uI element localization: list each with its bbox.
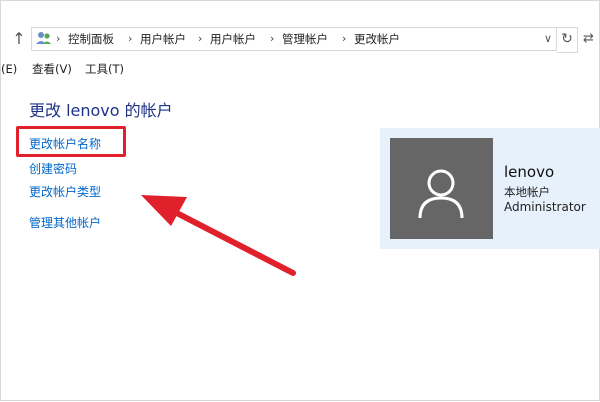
breadcrumb-separator: › [342, 32, 347, 45]
back-forward-icon[interactable]: ⇄ [583, 31, 594, 46]
highlight-box [16, 126, 126, 157]
user-icon [418, 169, 464, 219]
menu-tools[interactable]: 工具(T) [85, 61, 124, 77]
create-password-link[interactable]: 创建密码 [29, 160, 77, 177]
avatar [390, 138, 493, 239]
breadcrumb-user-accounts-2[interactable]: 用户帐户 [210, 31, 256, 47]
change-account-type-link[interactable]: 更改帐户类型 [29, 183, 101, 200]
manage-other-accounts-link[interactable]: 管理其他帐户 [29, 214, 101, 231]
address-row: ↑ › 控制面板 › 用户帐户 › 用户帐户 › 管理帐户 › 更改帐户 ∨ ↻… [1, 25, 600, 53]
menu-bar: (E) 查看(V) 工具(T) [1, 59, 600, 79]
menu-view[interactable]: 查看(V) [32, 61, 72, 77]
breadcrumb-manage-accounts[interactable]: 管理帐户 [282, 31, 328, 47]
address-bar[interactable]: › 控制面板 › 用户帐户 › 用户帐户 › 管理帐户 › 更改帐户 ∨ [31, 27, 557, 51]
breadcrumb-user-accounts-1[interactable]: 用户帐户 [140, 31, 186, 47]
users-control-panel-icon [36, 32, 51, 44]
account-role: Administrator [504, 200, 586, 214]
account-type: 本地帐户 [504, 185, 550, 199]
breadcrumb-separator: › [56, 32, 61, 45]
up-arrow-icon[interactable]: ↑ [10, 29, 28, 49]
breadcrumb-control-panel[interactable]: 控制面板 [68, 31, 114, 47]
breadcrumb-change-account[interactable]: 更改帐户 [354, 31, 400, 47]
breadcrumb-separator: › [270, 32, 275, 45]
account-name: lenovo [504, 163, 555, 181]
refresh-icon[interactable]: ↻ [557, 27, 578, 53]
menu-edit[interactable]: (E) [1, 61, 17, 77]
breadcrumb-separator: › [128, 32, 133, 45]
breadcrumb-separator: › [198, 32, 203, 45]
window: ↑ › 控制面板 › 用户帐户 › 用户帐户 › 管理帐户 › 更改帐户 ∨ ↻… [0, 0, 600, 401]
account-panel: lenovo 本地帐户 Administrator [380, 128, 600, 249]
chevron-down-icon[interactable]: ∨ [544, 31, 552, 47]
page-title: 更改 lenovo 的帐户 [29, 101, 173, 120]
